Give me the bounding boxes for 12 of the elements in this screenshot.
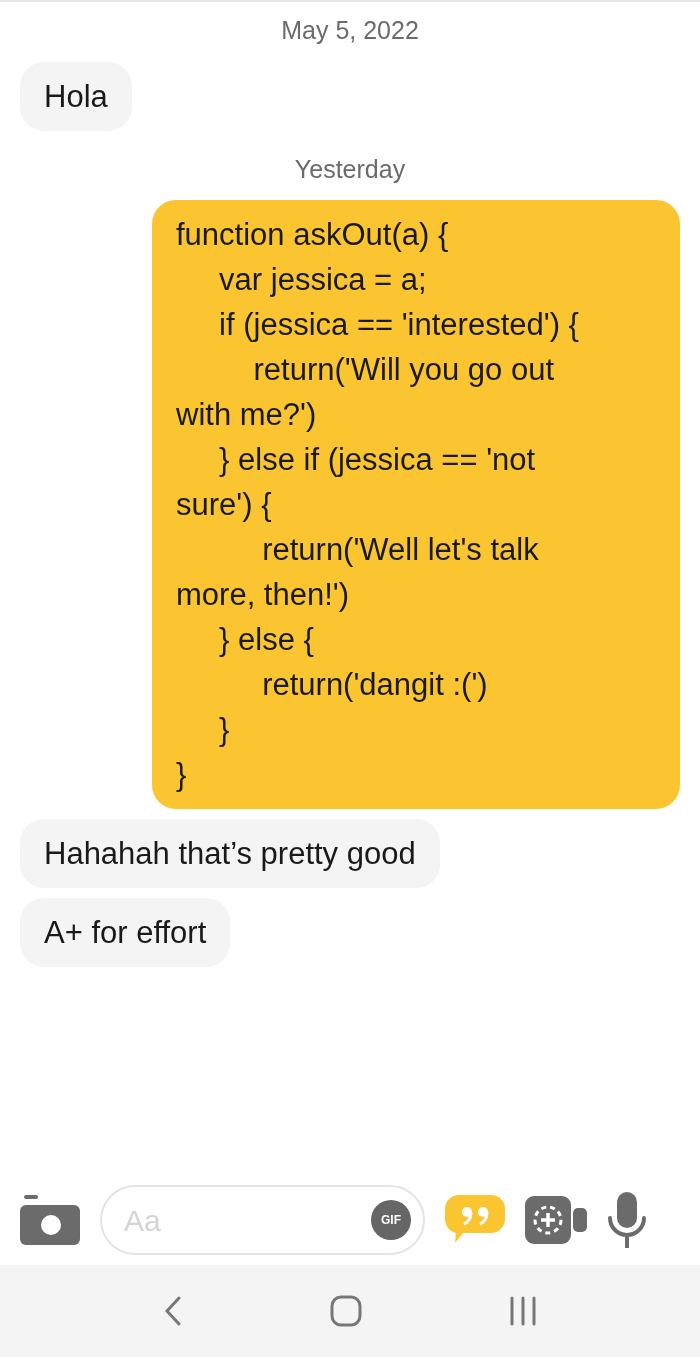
video-add-icon[interactable]	[525, 1196, 587, 1244]
camera-icon[interactable]	[20, 1195, 80, 1245]
message-bubble: Hahahah that’s pretty good	[20, 819, 440, 888]
date-label: May 5, 2022	[281, 15, 419, 46]
message-bubble: Hola	[20, 61, 132, 131]
message-bubble: A+ for effort	[20, 898, 231, 967]
microphone-icon[interactable]	[607, 1192, 647, 1248]
date-label: Yesterday	[294, 153, 406, 185]
gif-button[interactable]: GIF	[371, 1200, 411, 1240]
home-icon[interactable]	[330, 1295, 362, 1327]
recent-apps-icon[interactable]	[508, 1296, 537, 1326]
message-bubble: function askOut(a) { var jessica = a; if (jessica == 'interested') { return('Will you go out with me?') } else if (jessica == 'not sure') { return('Well let's talk more, then!') } else { return('dangit :(') } }	[152, 200, 680, 809]
